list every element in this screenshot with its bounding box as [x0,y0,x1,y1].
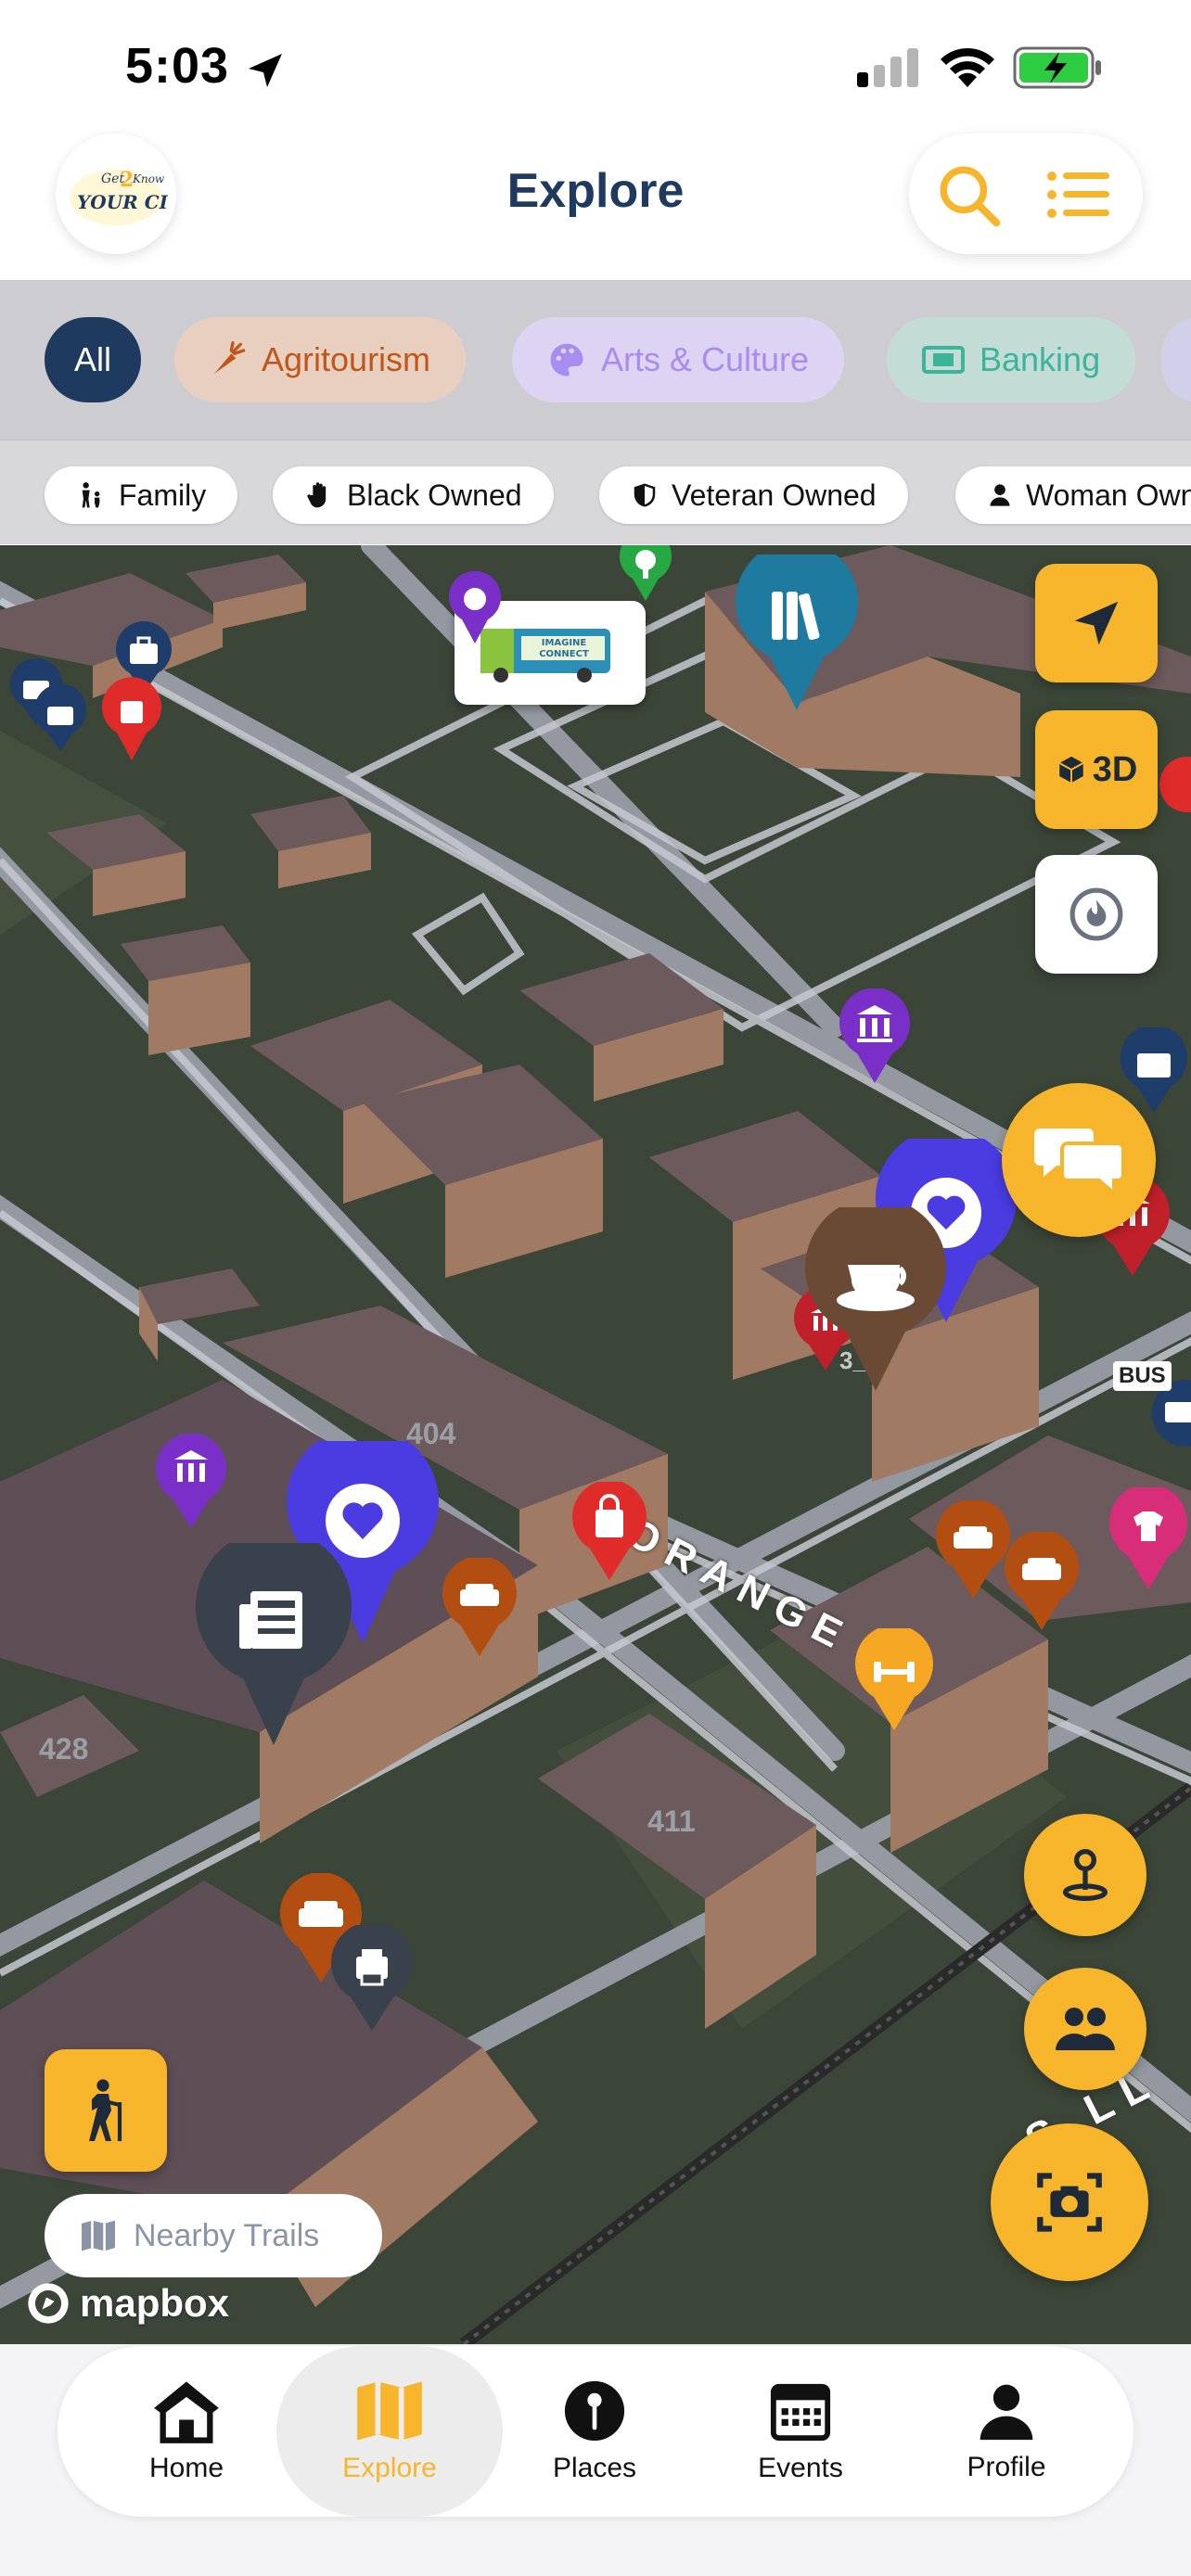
svg-text:CONNECT: CONNECT [539,649,589,659]
fitness-pin-icon[interactable] [853,1628,935,1732]
person-icon [990,484,1010,506]
heatmap-button[interactable] [1035,855,1158,974]
category-label: Banking [980,340,1101,378]
family-icon [82,482,100,508]
category-bar: All Agritourism Arts & Culture Banking [0,280,1191,440]
bus-stop-sign: BUS [1113,1361,1191,1435]
tab-label: Profile [967,2452,1046,2482]
hiker-icon [89,2079,122,2141]
tab-bar: Home Explore Places Events Profile [58,2346,1133,2517]
mapbox-logo-icon [28,2283,69,2324]
shield-icon [634,483,656,507]
battery-charging-icon [1013,46,1101,89]
category-agritourism[interactable]: Agritourism [174,317,467,402]
news-pin-icon[interactable] [195,1543,352,1747]
tab-explore[interactable]: Explore [276,2346,503,2517]
cube-icon [1058,756,1083,784]
tab-profile[interactable]: Profile [900,2346,1113,2517]
tab-places[interactable]: Places [488,2346,701,2517]
palette-icon [550,343,583,376]
category-label: Arts & Culture [601,340,810,378]
community-button[interactable] [1024,1968,1146,2090]
header-actions [909,134,1143,254]
pin-drop-button[interactable] [1024,1814,1146,1936]
signal-icon [857,48,918,87]
filter-black-owned[interactable]: Black Owned [273,466,554,524]
recenter-button[interactable] [1035,564,1158,682]
money-icon [922,346,965,374]
status-time: 5:03 [125,38,230,94]
category-banking[interactable]: Banking [887,317,1136,402]
navigation-arrow-icon [1074,601,1119,645]
tab-label: Places [552,2453,637,2483]
nearby-trails-label: Nearby Trails [134,2217,320,2253]
furniture-pin-icon[interactable] [440,1558,519,1658]
shopping-pin-icon[interactable] [98,677,165,762]
chat-bubbles-icon [1034,1129,1123,1198]
calendar-icon [770,2383,831,2442]
furniture-pin-icon[interactable] [1002,1532,1082,1632]
3d-toggle-button[interactable]: 3D [1035,710,1158,829]
tab-home[interactable]: Home [80,2346,293,2517]
person-icon [980,2384,1033,2441]
wifi-icon [941,47,994,87]
filter-label: Black Owned [347,478,522,512]
museum-pin-icon[interactable] [835,988,915,1085]
hand-icon [307,482,327,508]
clothing-pin-icon[interactable] [1106,1487,1191,1591]
category-arts-culture[interactable]: Arts & Culture [512,317,845,402]
printer-pin-icon[interactable] [328,1925,416,2033]
chat-button[interactable] [1002,1083,1156,1237]
library-pin-icon[interactable] [733,555,861,712]
tab-label: Home [148,2453,224,2483]
filter-bar: Family Black Owned Veteran Owned Woman O… [0,440,1191,544]
app-header: Get 2 Know YOUR CITY Explore [0,130,1191,281]
map-fold-icon [82,2220,115,2251]
pin-icon [564,2380,625,2442]
filter-family[interactable]: Family [45,466,238,524]
map-pin-drop-icon [1063,1849,1108,1901]
museum-pin-icon[interactable] [152,1434,230,1530]
building-number: 411 [647,1804,696,1838]
tab-label: Explore [342,2453,437,2483]
bus-label: BUS [1113,1361,1172,1391]
category-all[interactable]: All [45,317,142,402]
svg-text:IMAGINE: IMAGINE [542,638,587,648]
coffee-pin-icon[interactable] [801,1207,950,1393]
filter-veteran-owned[interactable]: Veteran Owned [599,466,908,524]
home-icon [154,2381,219,2443]
status-bar: 5:03 [0,0,1191,139]
people-icon [1056,2008,1115,2050]
filter-label: Family [119,478,207,512]
arts-pin-icon[interactable] [445,571,505,645]
carrot-icon [214,341,246,374]
filter-label: Woman Owned [1026,478,1191,512]
flame-icon [1069,887,1123,941]
mapbox-label: mapbox [80,2281,230,2325]
location-arrow-icon [249,54,282,87]
category-next[interactable] [1161,317,1191,402]
category-label: Agritourism [262,340,431,378]
hiking-button[interactable] [45,2049,167,2172]
list-menu-icon[interactable] [1046,169,1111,221]
park-pin-icon[interactable] [616,545,675,603]
filter-label: Veteran Owned [672,478,877,512]
building-number: 428 [39,1732,89,1766]
tab-events[interactable]: Events [694,2346,907,2517]
mapbox-attribution[interactable]: mapbox [24,2279,229,2327]
map-view[interactable]: 404 428 411 7 3_4 ORANGE ST S LL IMAGINE… [0,545,1191,2344]
category-label: All [74,340,112,378]
3d-label: 3D [1092,749,1138,789]
search-icon[interactable] [935,161,1004,230]
shopping-pin-icon[interactable] [570,1482,649,1582]
filter-woman-owned[interactable]: Woman Owned [955,466,1191,524]
map-icon [357,2381,422,2441]
tab-label: Events [758,2453,843,2483]
nearby-trails-button[interactable]: Nearby Trails [45,2194,382,2277]
briefcase-pin-icon[interactable] [30,684,91,753]
camera-scan-icon [1037,2173,1102,2232]
camera-button[interactable] [991,2123,1148,2281]
